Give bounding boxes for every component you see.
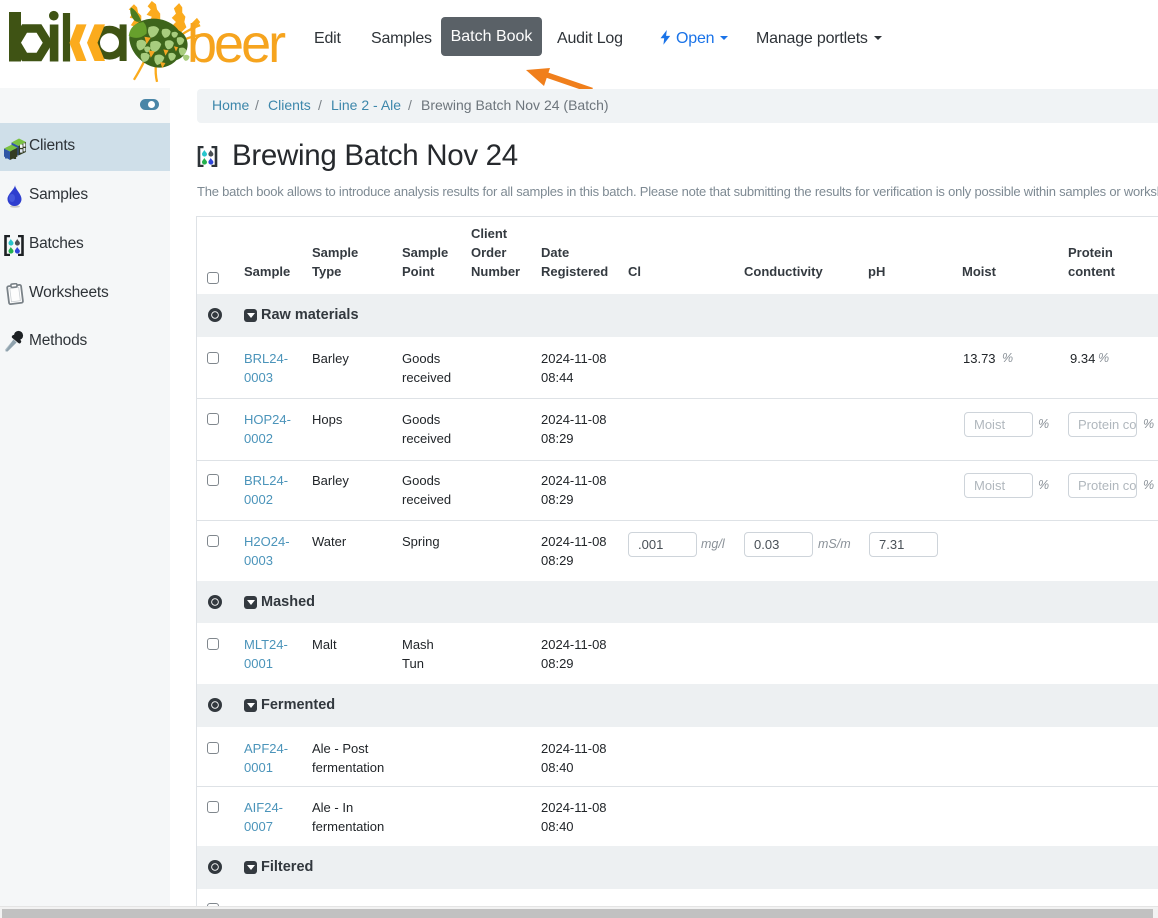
svg-text:beer: beer <box>187 14 286 74</box>
